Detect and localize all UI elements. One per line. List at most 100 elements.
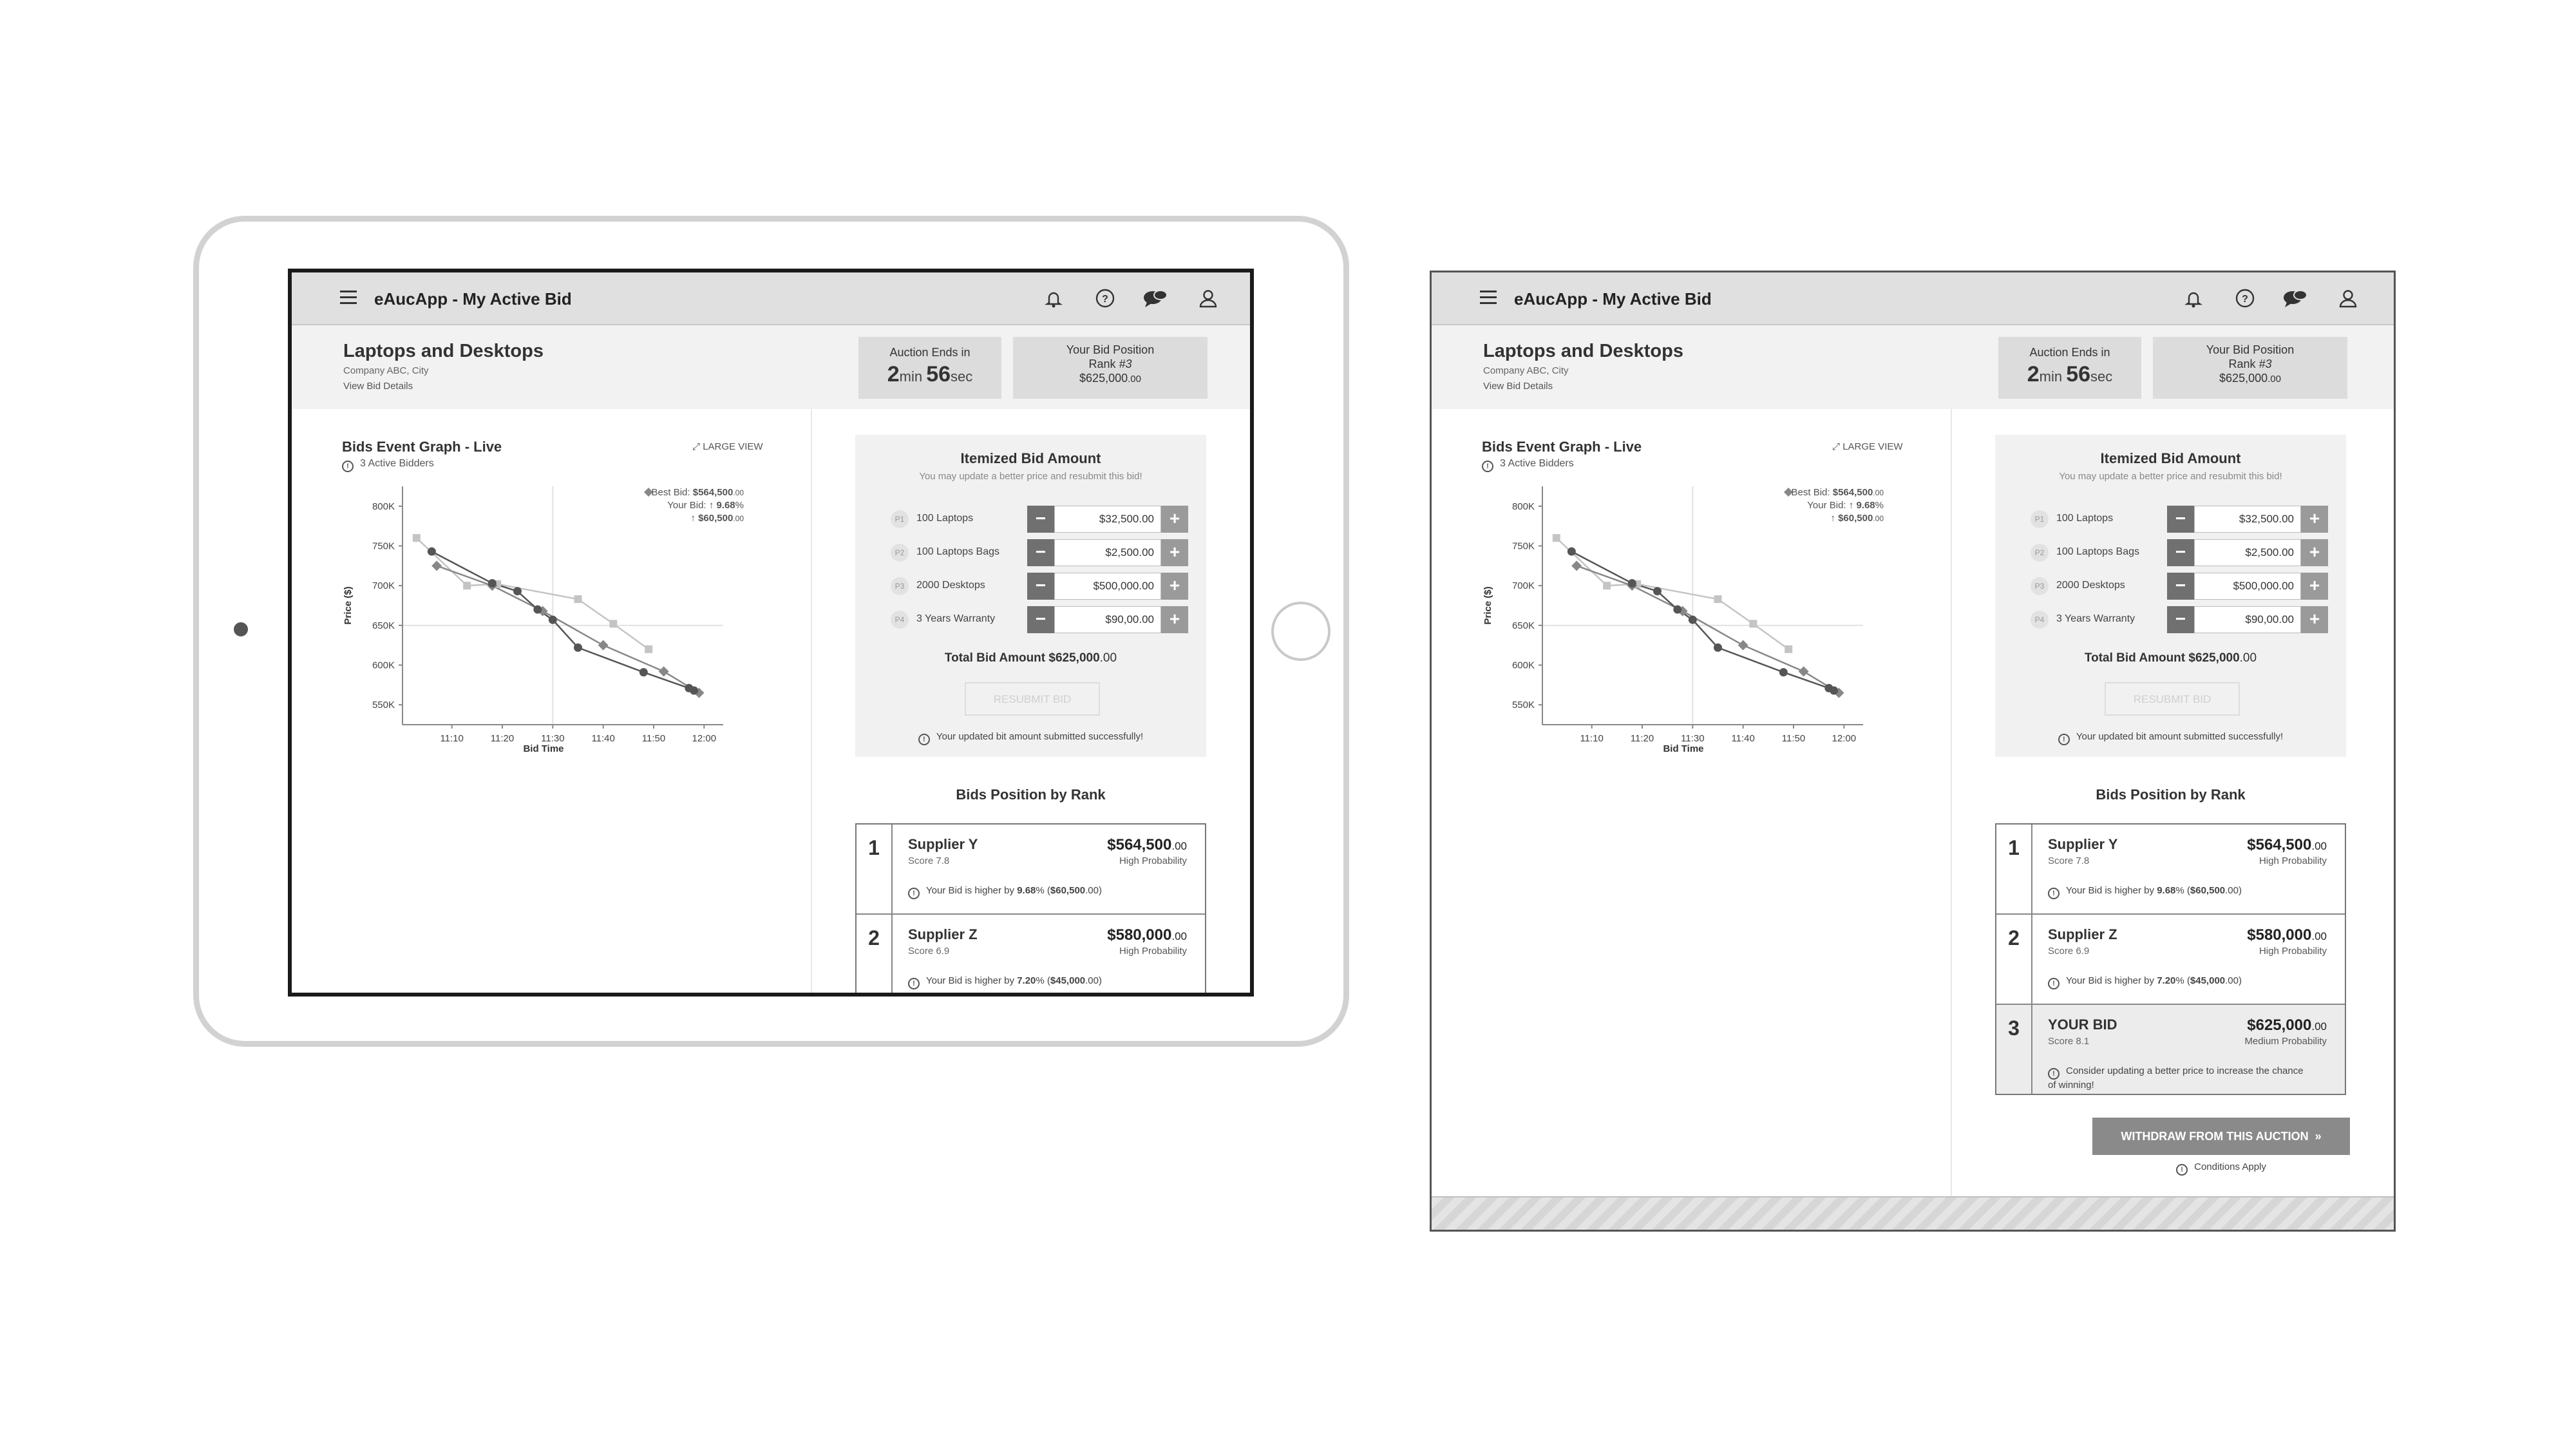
resubmit-bid-button[interactable]: RESUBMIT BID	[965, 682, 1100, 716]
data-point-circle[interactable]	[1714, 643, 1722, 652]
bell-icon[interactable]	[1042, 287, 1065, 310]
rank-number: 3	[1996, 1005, 2032, 1094]
success-message: ! Your updated bit amount submitted succe…	[855, 731, 1206, 745]
decrease-button[interactable]: −	[2167, 573, 2194, 600]
item-amount-input[interactable]: $32,500.00	[1054, 506, 1161, 533]
decrease-button[interactable]: −	[2167, 539, 2194, 566]
y-tick-label: 750K	[1512, 541, 1535, 552]
supplier-amount: $625,000.00	[2247, 1016, 2327, 1034]
data-point-square[interactable]	[609, 620, 618, 628]
rank-number: 2	[857, 915, 893, 993]
rank-note: ! Your Bid is higher by 9.68% ($60,500.00…	[2048, 885, 2306, 899]
item-amount-input[interactable]: $90,00.00	[1054, 606, 1161, 633]
increase-button[interactable]: +	[1161, 506, 1188, 533]
legend-your-bid: Your Bid: ↑ 9.68%	[667, 500, 744, 511]
bell-icon[interactable]	[2182, 287, 2205, 310]
data-point-square[interactable]	[1714, 595, 1722, 604]
increase-button[interactable]: +	[2301, 606, 2328, 633]
countdown: 2min 56sec	[887, 362, 973, 386]
data-point-square[interactable]	[463, 582, 471, 590]
hamburger-menu-icon[interactable]	[340, 291, 357, 305]
item-amount-input[interactable]: $2,500.00	[1054, 539, 1161, 566]
increase-button[interactable]: +	[1161, 606, 1188, 633]
data-point-circle[interactable]	[574, 643, 582, 652]
chat-icon[interactable]	[1142, 287, 1169, 310]
item-amount-input[interactable]: $32,500.00	[2194, 506, 2301, 533]
data-point-circle[interactable]	[639, 668, 648, 677]
data-point-diamond[interactable]	[1798, 666, 1809, 677]
total-bid-amount: Total Bid Amount $625,000.00	[2084, 651, 2257, 665]
data-point-circle[interactable]	[690, 686, 699, 695]
data-point-diamond[interactable]	[658, 666, 669, 677]
decrease-button[interactable]: −	[1027, 606, 1054, 633]
decrease-button[interactable]: −	[2167, 506, 2194, 533]
bid-header: Laptops and Desktops Company ABC, City V…	[1432, 325, 2394, 409]
increase-button[interactable]: +	[2301, 573, 2328, 600]
data-point-circle[interactable]	[1627, 578, 1636, 587]
withdraw-button[interactable]: WITHDRAW FROM THIS AUCTION »	[2092, 1118, 2350, 1155]
data-point-square[interactable]	[574, 595, 582, 604]
item-amount-input[interactable]: $500,000.00	[1054, 573, 1161, 600]
data-point-circle[interactable]	[488, 578, 497, 587]
data-point-circle[interactable]	[1688, 615, 1697, 624]
supplier-score: Score 8.1	[2048, 1036, 2090, 1047]
help-icon[interactable]: ?	[1094, 287, 1117, 310]
itemized-bid-panel: Itemized Bid Amount You may update a bet…	[1995, 435, 2346, 757]
itemized-bid-panel: Itemized Bid Amount You may update a bet…	[855, 435, 1206, 757]
large-view-button[interactable]: ⤢ LARGE VIEW	[1832, 441, 1903, 452]
data-point-diamond[interactable]	[1738, 640, 1748, 651]
view-bid-details-link[interactable]: View Bid Details	[1483, 381, 1553, 392]
conditions-apply[interactable]: ! Conditions Apply	[2092, 1161, 2350, 1176]
data-point-square[interactable]	[645, 645, 653, 653]
data-point-diamond[interactable]	[1571, 560, 1582, 571]
data-point-square[interactable]	[412, 534, 421, 542]
increase-button[interactable]: +	[1161, 573, 1188, 600]
data-point-circle[interactable]	[533, 605, 542, 614]
item-amount-input[interactable]: $2,500.00	[2194, 539, 2301, 566]
x-axis-label: Bid Time	[523, 743, 564, 754]
bid-rank: Rank #3	[2228, 358, 2272, 370]
increase-button[interactable]: +	[2301, 539, 2328, 566]
data-point-circle[interactable]	[1653, 587, 1662, 596]
item-row: P2 100 Laptops Bags − $2,500.00 +	[2031, 538, 2328, 566]
item-amount-input[interactable]: $90,00.00	[2194, 606, 2301, 633]
large-view-button[interactable]: ⤢ LARGE VIEW	[692, 441, 763, 452]
item-amount-input[interactable]: $500,000.00	[2194, 573, 2301, 600]
view-bid-details-link[interactable]: View Bid Details	[343, 381, 413, 392]
data-point-circle[interactable]	[513, 587, 522, 596]
y-tick-label: 700K	[1512, 580, 1535, 591]
data-point-circle[interactable]	[1779, 668, 1788, 677]
increase-button[interactable]: +	[1161, 539, 1188, 566]
data-point-square[interactable]	[1552, 534, 1560, 542]
supplier-amount: $580,000.00	[2247, 926, 2327, 944]
data-point-circle[interactable]	[1830, 686, 1839, 695]
data-point-circle[interactable]	[427, 547, 436, 556]
user-profile-icon[interactable]	[1197, 287, 1220, 310]
decrease-button[interactable]: −	[1027, 506, 1054, 533]
hamburger-menu-icon[interactable]	[1480, 291, 1497, 305]
decrease-button[interactable]: −	[2167, 606, 2194, 633]
bid-position-amount: $625,000.00	[1079, 372, 1141, 385]
decrease-button[interactable]: −	[1027, 573, 1054, 600]
user-profile-icon[interactable]	[2336, 287, 2360, 310]
data-point-square[interactable]	[1785, 645, 1793, 653]
decrease-button[interactable]: −	[1027, 539, 1054, 566]
increase-button[interactable]: +	[2301, 506, 2328, 533]
chat-icon[interactable]	[2282, 287, 2309, 310]
data-point-circle[interactable]	[548, 615, 557, 624]
data-point-diamond[interactable]	[431, 560, 442, 571]
y-tick-label: 550K	[1512, 700, 1535, 711]
auction-ends-label: Auction Ends in	[2029, 346, 2110, 359]
help-icon[interactable]: ?	[2233, 287, 2257, 310]
data-point-square[interactable]	[1603, 582, 1611, 590]
data-point-circle[interactable]	[1673, 605, 1682, 614]
win-probability: Medium Probability	[2244, 1036, 2327, 1047]
tablet-home-button	[1271, 602, 1331, 661]
x-tick-label: 11:40	[1731, 733, 1754, 744]
resubmit-bid-button[interactable]: RESUBMIT BID	[2105, 682, 2240, 716]
y-tick-label: 750K	[372, 541, 395, 552]
data-point-diamond[interactable]	[598, 640, 609, 651]
itemized-title: Itemized Bid Amount	[2100, 450, 2241, 466]
data-point-circle[interactable]	[1567, 547, 1576, 556]
data-point-square[interactable]	[1749, 620, 1757, 628]
